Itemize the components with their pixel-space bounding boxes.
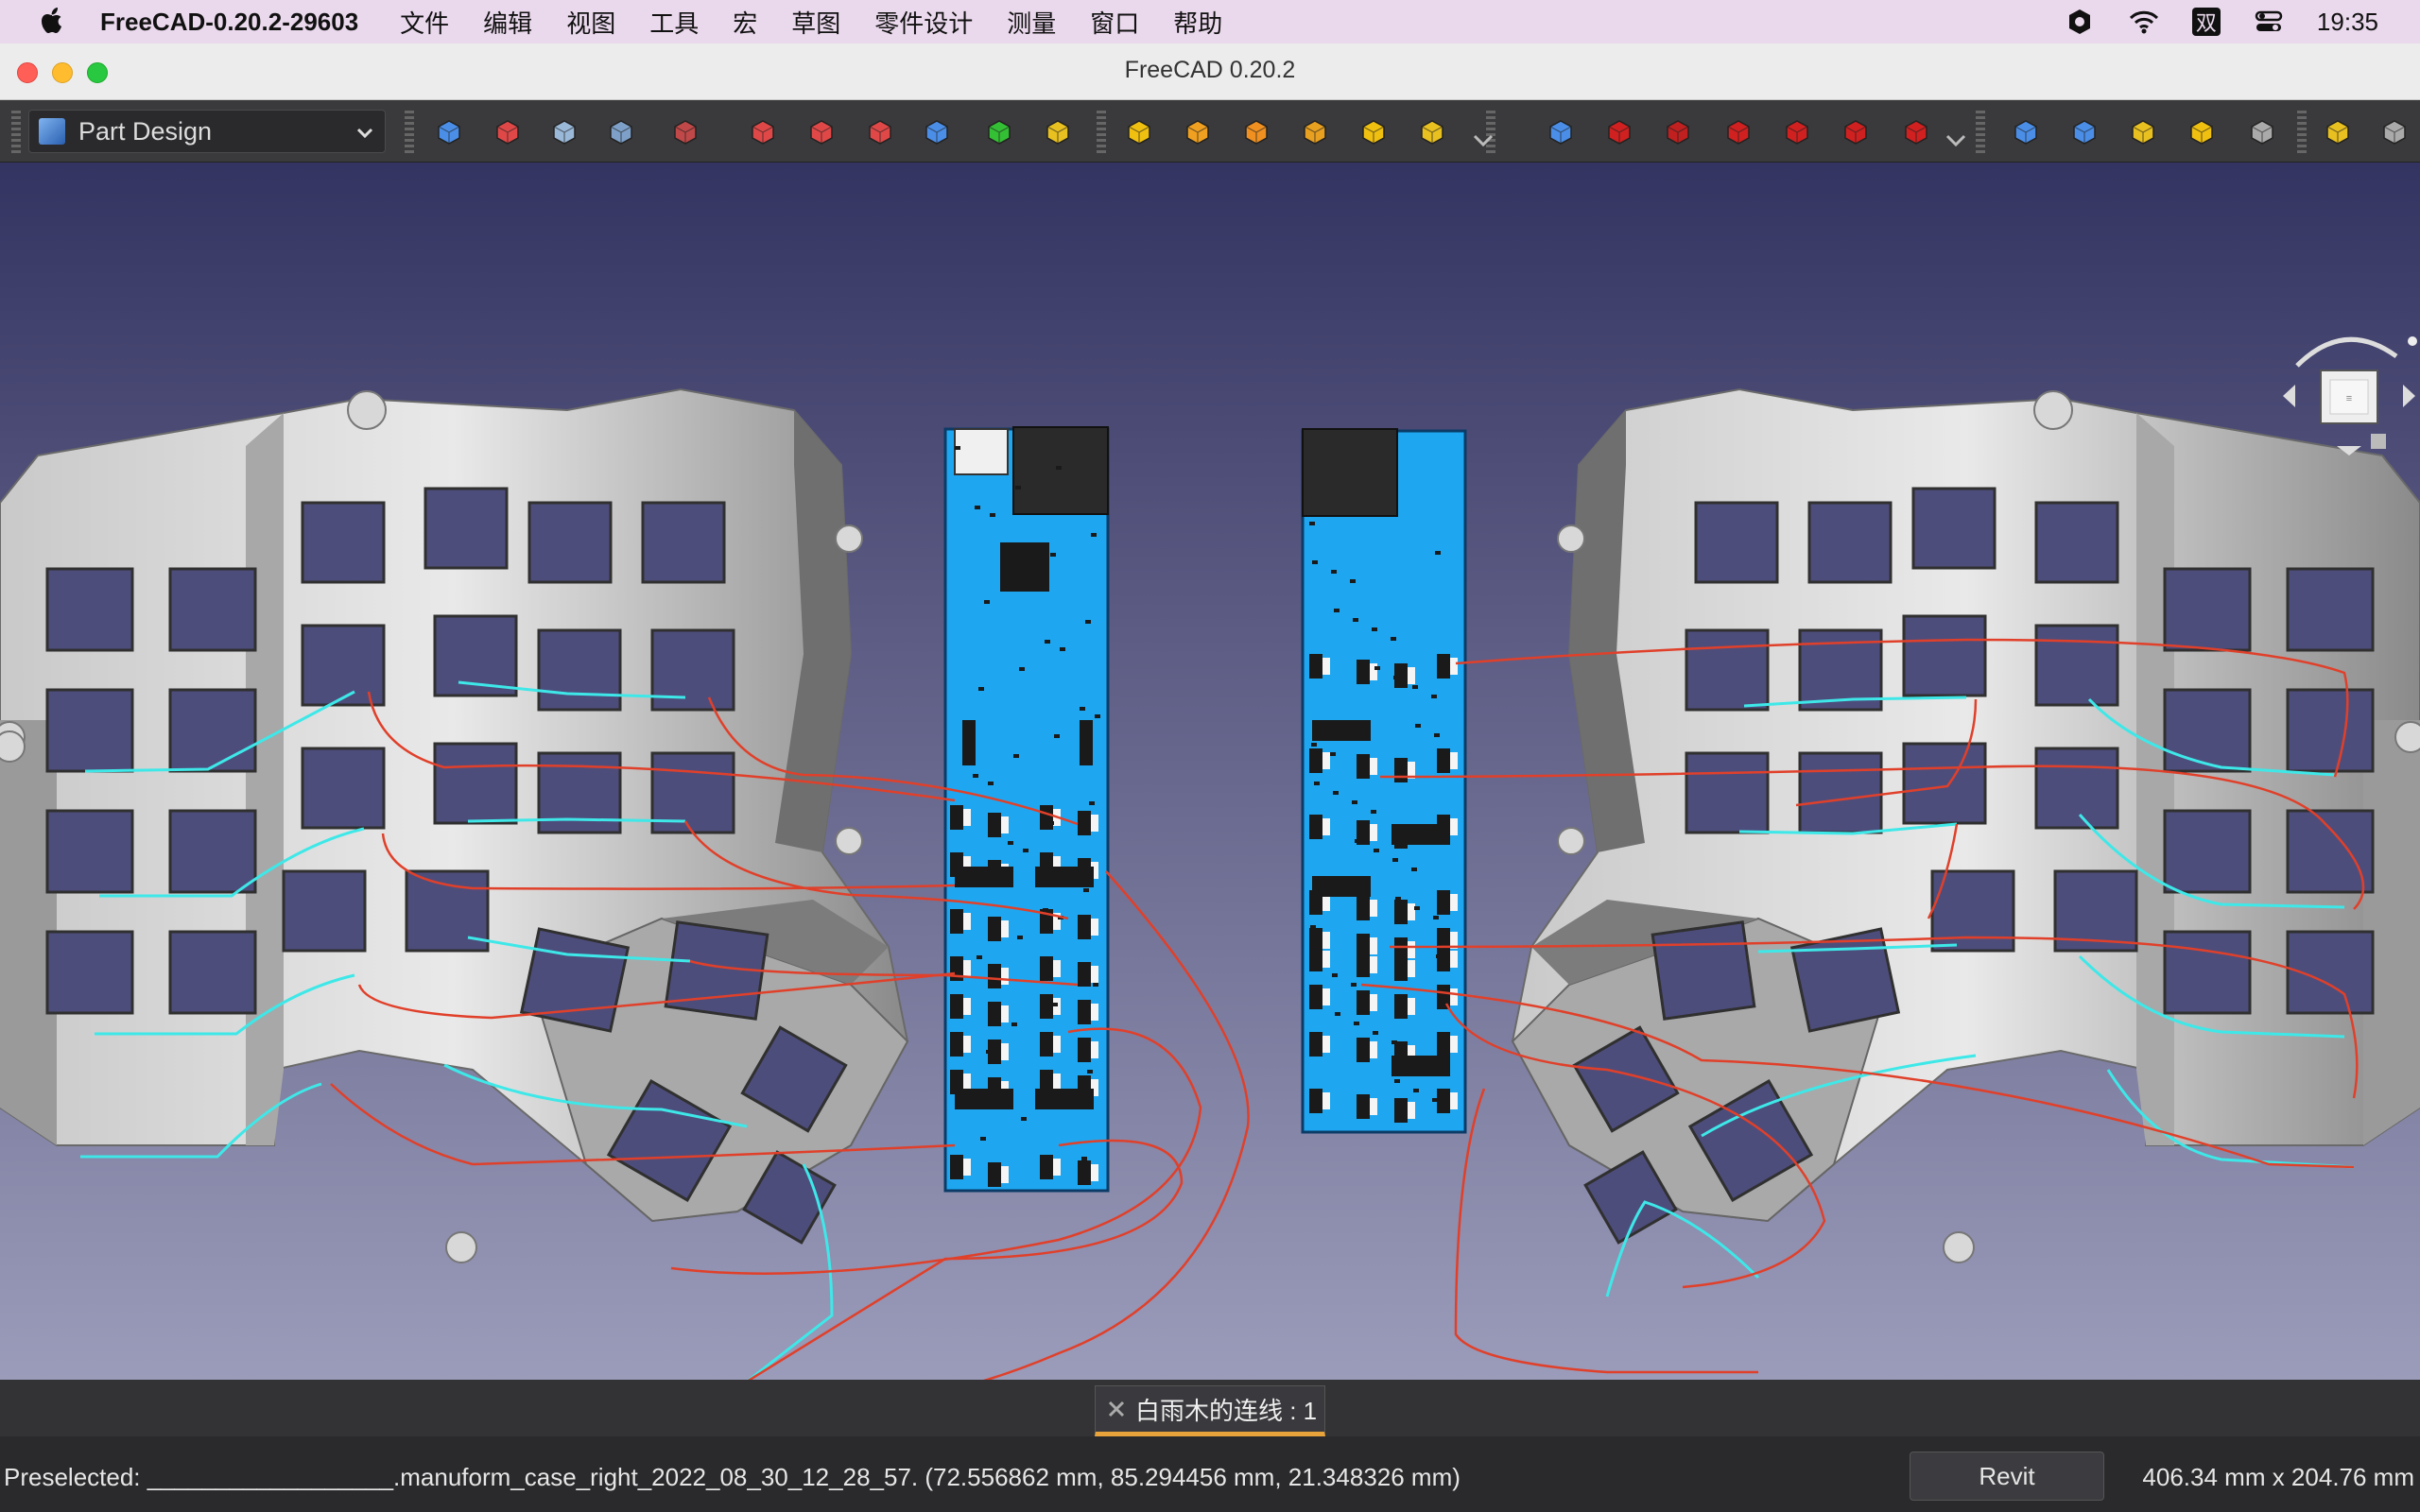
datum-point-icon[interactable] xyxy=(669,115,701,147)
revolution-icon[interactable] xyxy=(1182,115,1214,147)
window-titlebar: FreeCAD 0.20.2 xyxy=(0,43,2420,100)
local-cs-icon[interactable] xyxy=(864,115,896,147)
chevron-down-icon[interactable] xyxy=(1467,125,1499,157)
more-icon-2[interactable] xyxy=(2378,115,2411,147)
subtractive-helix-icon[interactable] xyxy=(1840,115,1872,147)
focus-mode-icon[interactable] xyxy=(2064,8,2096,36)
menu-edit[interactable]: 编辑 xyxy=(483,5,532,40)
menu-macro[interactable]: 宏 xyxy=(733,5,757,40)
preselection-status: Preselected: __________________.manuform… xyxy=(4,1463,1461,1491)
wifi-icon[interactable] xyxy=(2128,8,2160,36)
menubar-clock[interactable]: 19:35 xyxy=(2317,8,2378,37)
macos-menubar: FreeCAD-0.20.2-29603 文件 编辑 视图 工具 宏 草图 零件… xyxy=(0,0,2420,43)
window-title: FreeCAD 0.20.2 xyxy=(1124,57,1296,83)
document-tab-label: 白雨木的连线 : 1 xyxy=(1135,1396,1318,1425)
datum-plane-icon[interactable] xyxy=(805,115,838,147)
subshape-binder-icon[interactable] xyxy=(983,115,1015,147)
multitransform-icon[interactable] xyxy=(2186,115,2218,147)
subtractive-primitive-icon[interactable] xyxy=(1900,115,1932,147)
additive-box-icon[interactable] xyxy=(1240,115,1272,147)
menu-part-design[interactable]: 零件设计 xyxy=(874,5,973,40)
3d-scene[interactable] xyxy=(0,163,2420,1380)
menubar-status-area: 双 19:35 xyxy=(2064,0,2378,43)
shape-binder-icon[interactable] xyxy=(921,115,953,147)
status-bar: Preselected: __________________.manuform… xyxy=(0,1436,2420,1512)
body-icon[interactable] xyxy=(433,115,465,147)
additive-primitive-icon[interactable] xyxy=(1416,115,1448,147)
svg-text:≡: ≡ xyxy=(2346,393,2352,404)
pad-icon[interactable] xyxy=(1042,115,1074,147)
chevron-down-icon[interactable] xyxy=(1940,125,1972,157)
menu-help[interactable]: 帮助 xyxy=(1173,5,1222,40)
linear-pattern-icon[interactable] xyxy=(2068,115,2100,147)
apple-logo-icon[interactable] xyxy=(38,6,66,38)
hole-icon[interactable] xyxy=(1603,115,1635,147)
mirror-icon[interactable] xyxy=(2010,115,2042,147)
sketch-icon[interactable] xyxy=(492,115,524,147)
datum-line-icon[interactable] xyxy=(747,115,779,147)
left-pcb[interactable] xyxy=(943,426,1110,1193)
toolbar-grip[interactable] xyxy=(2297,110,2307,153)
attach-icon[interactable] xyxy=(548,115,580,147)
chevron-down-icon xyxy=(356,128,373,139)
workbench-label: Part Design xyxy=(78,116,213,146)
toolbar-grip[interactable] xyxy=(405,110,414,153)
document-tab[interactable]: 白雨木的连线 : 1 xyxy=(1095,1385,1325,1436)
navigation-cube[interactable]: ≡ xyxy=(2278,328,2420,470)
fillet-icon[interactable] xyxy=(2322,115,2354,147)
workbench-selector[interactable]: Part Design xyxy=(28,110,386,153)
input-method-indicator[interactable]: 双 xyxy=(2191,8,2221,36)
pocket-icon[interactable] xyxy=(1545,115,1577,147)
more-icon[interactable] xyxy=(2246,115,2278,147)
additive-loft-icon[interactable] xyxy=(1123,115,1155,147)
additive-pipe-icon[interactable] xyxy=(1299,115,1331,147)
toolbar-grip[interactable] xyxy=(11,110,21,153)
clone-icon[interactable] xyxy=(605,115,637,147)
menu-tools[interactable]: 工具 xyxy=(649,5,699,40)
main-toolbar: Part Design xyxy=(0,100,2420,163)
right-pcb[interactable] xyxy=(1301,428,1467,1134)
part-design-workbench-icon xyxy=(39,118,65,145)
3d-viewport[interactable]: ≡ xyxy=(0,163,2420,1380)
toolbar-grip[interactable] xyxy=(1097,110,1106,153)
menu-file[interactable]: 文件 xyxy=(400,5,449,40)
subtractive-loft-icon[interactable] xyxy=(1722,115,1754,147)
groove-icon[interactable] xyxy=(1662,115,1694,147)
control-center-icon[interactable] xyxy=(2253,8,2285,36)
polar-pattern-icon[interactable] xyxy=(2127,115,2159,147)
close-tab-icon[interactable] xyxy=(1105,1398,1128,1420)
menu-window[interactable]: 窗口 xyxy=(1090,5,1139,40)
toolbar-grip[interactable] xyxy=(1976,110,1985,153)
menu-view[interactable]: 视图 xyxy=(566,5,615,40)
view-dimensions: 406.34 mm x 204.76 mm xyxy=(2142,1463,2414,1491)
app-menu-freecad[interactable]: FreeCAD-0.20.2-29603 xyxy=(100,8,358,37)
menu-sketch[interactable]: 草图 xyxy=(791,5,840,40)
menu-measure[interactable]: 测量 xyxy=(1007,5,1056,40)
additive-helix-icon[interactable] xyxy=(1357,115,1390,147)
navigation-style-button[interactable]: Revit xyxy=(1910,1452,2104,1501)
subtractive-pipe-icon[interactable] xyxy=(1781,115,1813,147)
